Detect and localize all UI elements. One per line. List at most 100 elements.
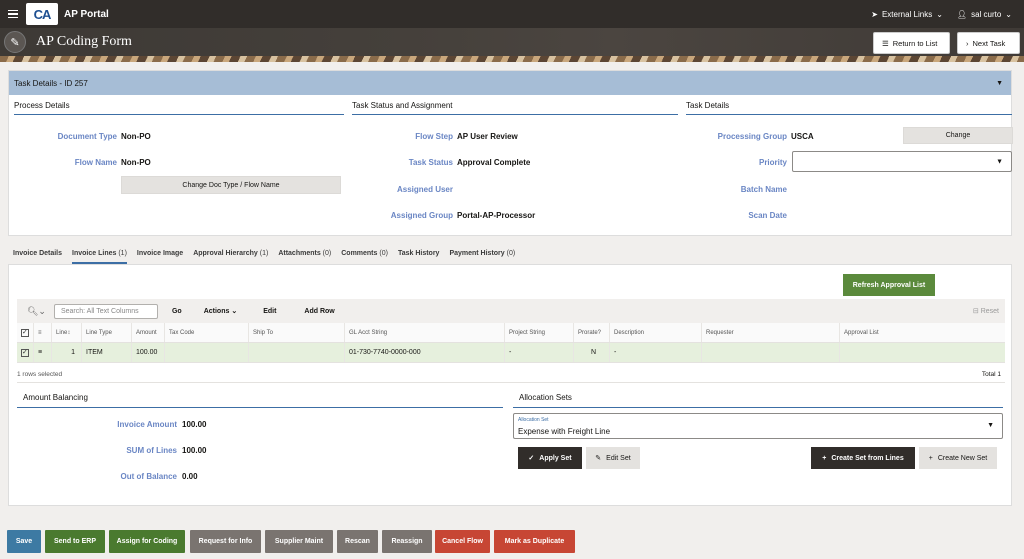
add-row-button[interactable]: Add Row — [304, 308, 334, 315]
plus-icon: + — [822, 454, 827, 462]
menu-icon[interactable] — [8, 9, 18, 19]
cell-line: 1 — [52, 343, 82, 362]
process-details-heading: Process Details — [14, 101, 344, 115]
app-logo[interactable]: CA — [26, 3, 58, 25]
tab-attachments[interactable]: Attachments (0) — [278, 246, 331, 264]
tab-invoice-lines[interactable]: Invoice Lines (1) — [72, 246, 127, 264]
task-details-heading: Task Details — [686, 101, 1012, 115]
app-title[interactable]: AP Portal — [64, 9, 109, 20]
col-ship-to[interactable]: Ship To — [249, 323, 345, 342]
document-type-value: Non-PO — [121, 132, 151, 141]
total-count: Total 1 — [981, 371, 1001, 378]
return-to-list-button[interactable]: ☰ Return to List — [873, 32, 950, 54]
caret-down-icon: ▼ — [987, 422, 994, 429]
task-details-card: Task Details - ID 257 ▼ Process Details … — [8, 70, 1013, 236]
flow-step-label: Flow Step — [415, 132, 453, 141]
out-of-balance-label: Out of Balance — [120, 472, 177, 481]
tab-invoice-details[interactable]: Invoice Details — [13, 246, 62, 264]
processing-group-label: Processing Group — [717, 132, 787, 141]
save-button[interactable]: Save — [7, 530, 41, 553]
reassign-button[interactable]: Reassign — [382, 530, 432, 553]
cell-amount: 100.00 — [132, 343, 165, 362]
external-links-menu[interactable]: ➤ External Links ⌄ — [871, 10, 943, 19]
cell-approval-list — [840, 343, 1005, 362]
col-description[interactable]: Description — [610, 323, 702, 342]
change-doc-type-button[interactable]: Change Doc Type / Flow Name — [121, 176, 341, 194]
search-icon[interactable]: 🔍︎⌄ — [27, 306, 46, 317]
invoice-amount-value: 100.00 — [182, 420, 207, 429]
supplier-maint-button[interactable]: Supplier Maint — [265, 530, 333, 553]
allocation-set-label: Allocation Set — [518, 417, 549, 423]
go-button[interactable]: Go — [172, 308, 182, 315]
change-processing-group-button[interactable]: Change — [903, 127, 1013, 144]
cell-project-string: - — [505, 343, 574, 362]
col-gl-acct-string[interactable]: GL Acct String — [345, 323, 505, 342]
cell-gl-acct-string: 01-730-7740-0000-000 — [345, 343, 505, 362]
table-row[interactable]: ≡ 1 ITEM 100.00 01-730-7740-0000-000 - N… — [17, 343, 1005, 363]
assigned-user-label: Assigned User — [396, 185, 453, 194]
task-details-header[interactable]: Task Details - ID 257 ▼ — [9, 71, 1011, 95]
tab-task-history[interactable]: Task History — [398, 246, 440, 264]
scan-date-label: Scan Date — [748, 211, 787, 220]
flow-name-value: Non-PO — [121, 158, 151, 167]
cell-requester — [702, 343, 840, 362]
user-menu[interactable]: 👤︎ sal curto ⌄ — [957, 10, 1012, 19]
user-icon: 👤︎ — [956, 9, 968, 19]
batch-name-label: Batch Name — [740, 185, 787, 194]
allocation-set-value: Expense with Freight Line — [518, 427, 611, 436]
task-tabs: Invoice Details Invoice Lines (1) Invoic… — [8, 246, 515, 264]
refresh-approval-list-button[interactable]: Refresh Approval List — [843, 274, 935, 296]
chevron-down-icon: ⌄ — [936, 9, 943, 19]
tab-approval-hierarchy[interactable]: Approval Hierarchy (1) — [193, 246, 268, 264]
next-task-button[interactable]: › Next Task — [957, 32, 1020, 54]
tab-invoice-image[interactable]: Invoice Image — [137, 246, 183, 264]
request-for-info-button[interactable]: Request for Info — [190, 530, 261, 553]
col-approval-list[interactable]: Approval List — [840, 323, 1005, 342]
processing-group-value: USCA — [791, 132, 814, 141]
send-to-erp-button[interactable]: Send to ERP — [45, 530, 105, 553]
col-tax-code[interactable]: Tax Code — [165, 323, 249, 342]
cancel-flow-button[interactable]: Cancel Flow — [435, 530, 490, 553]
edit-button[interactable]: Edit — [263, 308, 276, 315]
create-set-from-lines-button[interactable]: + Create Set from Lines — [811, 447, 915, 469]
col-line-type[interactable]: Line Type — [82, 323, 132, 342]
col-prorate[interactable]: Prorate? — [574, 323, 610, 342]
top-bar: CA AP Portal ➤ External Links ⌄ 👤︎ sal c… — [0, 0, 1024, 28]
mark-as-duplicate-button[interactable]: Mark as Duplicate — [494, 530, 575, 553]
col-requester[interactable]: Requester — [702, 323, 840, 342]
rescan-button[interactable]: Rescan — [337, 530, 378, 553]
assign-for-coding-button[interactable]: Assign for Coding — [109, 530, 185, 553]
create-new-set-button[interactable]: + Create New Set — [919, 447, 997, 469]
row-menu-icon[interactable]: ≡ — [34, 343, 52, 362]
row-checkbox[interactable] — [17, 343, 34, 362]
sum-of-lines-value: 100.00 — [182, 446, 207, 455]
tab-comments[interactable]: Comments (0) — [341, 246, 388, 264]
tab-payment-history[interactable]: Payment History (0) — [449, 246, 515, 264]
cell-ship-to — [249, 343, 345, 362]
select-all-checkbox[interactable] — [17, 323, 34, 342]
collapse-icon[interactable]: ▼ — [996, 80, 1003, 87]
reset-button[interactable]: ⊟ Reset — [973, 307, 999, 315]
page-title: AP Coding Form — [36, 34, 132, 49]
actions-menu[interactable]: Actions ⌄ — [204, 307, 237, 315]
task-status-heading: Task Status and Assignment — [352, 101, 678, 115]
page-banner — [0, 28, 1024, 62]
assigned-group-label: Assigned Group — [390, 211, 453, 220]
apply-set-button[interactable]: ✓ Apply Set — [518, 447, 582, 469]
priority-select[interactable]: ▼ — [792, 151, 1012, 172]
sum-of-lines-label: SUM of Lines — [126, 446, 177, 455]
cell-prorate: N — [574, 343, 610, 362]
allocation-set-select[interactable]: Allocation Set Expense with Freight Line… — [513, 413, 1003, 439]
chevron-right-icon: › — [966, 38, 969, 48]
allocation-sets-heading: Allocation Sets — [513, 393, 1003, 408]
search-input[interactable]: Search: All Text Columns — [53, 303, 158, 319]
col-project-string[interactable]: Project String — [505, 323, 574, 342]
col-line[interactable]: Line ↕ — [52, 323, 82, 342]
col-amount[interactable]: Amount — [132, 323, 165, 342]
invoice-lines-grid: ≡ Line↕ Line Type Amount Tax Code Ship T… — [17, 323, 1005, 363]
flow-step-value: AP User Review — [457, 132, 518, 141]
row-menu-icon[interactable]: ≡ — [34, 323, 52, 342]
check-icon: ✓ — [528, 455, 535, 462]
amount-balancing-heading: Amount Balancing — [17, 393, 503, 408]
edit-set-button[interactable]: ✎ Edit Set — [586, 447, 640, 469]
